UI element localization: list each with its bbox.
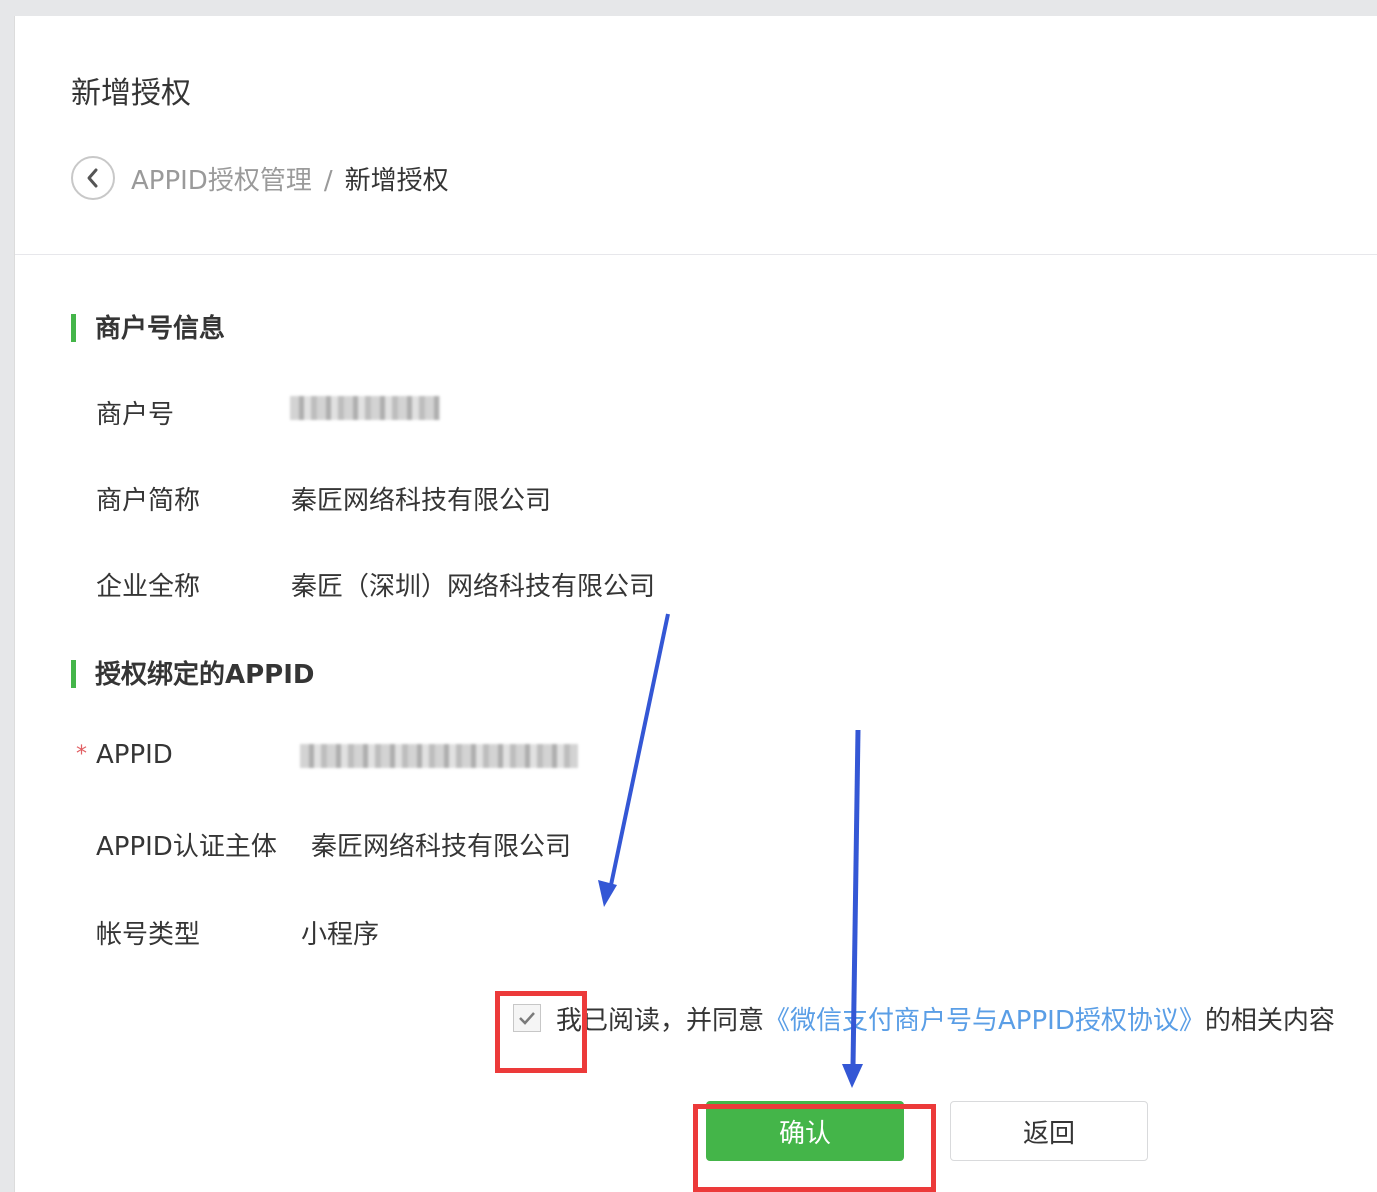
agreement-link[interactable]: 《微信支付商户号与APPID授权协议》 xyxy=(764,1006,1205,1036)
breadcrumb-separator: / xyxy=(323,166,333,196)
confirm-button[interactable]: 确认 xyxy=(706,1101,904,1161)
required-asterisk: * xyxy=(76,742,87,767)
checkmark-icon xyxy=(519,1012,535,1025)
back-chevron-left-icon[interactable] xyxy=(71,156,115,200)
breadcrumb-current: 新增授权 xyxy=(344,166,449,196)
company-full-name-value: 秦匠（深圳）网络科技有限公司 xyxy=(291,572,656,602)
appid-value-redacted xyxy=(300,744,578,768)
agreement-checkbox[interactable] xyxy=(513,1004,541,1032)
back-button[interactable]: 返回 xyxy=(950,1101,1148,1161)
appid-entity-value: 秦匠网络科技有限公司 xyxy=(311,832,572,862)
page-title: 新增授权 xyxy=(71,76,191,111)
merchant-id-value-redacted xyxy=(290,396,440,420)
label-appid-text: APPID xyxy=(96,740,173,770)
agreement-text: 我已阅读，并同意《微信支付商户号与APPID授权协议》的相关内容 xyxy=(556,1000,1335,1037)
breadcrumb-parent-link[interactable]: APPID授权管理 xyxy=(131,166,312,196)
label-appid: * APPID xyxy=(76,740,173,770)
section-title-appid: 授权绑定的APPID xyxy=(71,658,315,692)
breadcrumb: APPID授权管理 / 新增授权 xyxy=(131,160,449,197)
agreement-suffix: 的相关内容 xyxy=(1204,1006,1335,1036)
label-account-type: 帐号类型 xyxy=(96,920,201,950)
account-type-value: 小程序 xyxy=(301,920,380,950)
label-merchant-id: 商户号 xyxy=(96,400,175,430)
merchant-short-name-value: 秦匠网络科技有限公司 xyxy=(291,486,552,516)
label-company-full-name: 企业全称 xyxy=(96,572,201,602)
section-title-merchant: 商户号信息 xyxy=(71,312,225,346)
header-divider xyxy=(15,254,1377,255)
agreement-prefix: 我已阅读，并同意 xyxy=(556,1006,765,1036)
label-merchant-short-name: 商户简称 xyxy=(96,486,201,516)
label-appid-entity: APPID认证主体 xyxy=(96,832,277,862)
